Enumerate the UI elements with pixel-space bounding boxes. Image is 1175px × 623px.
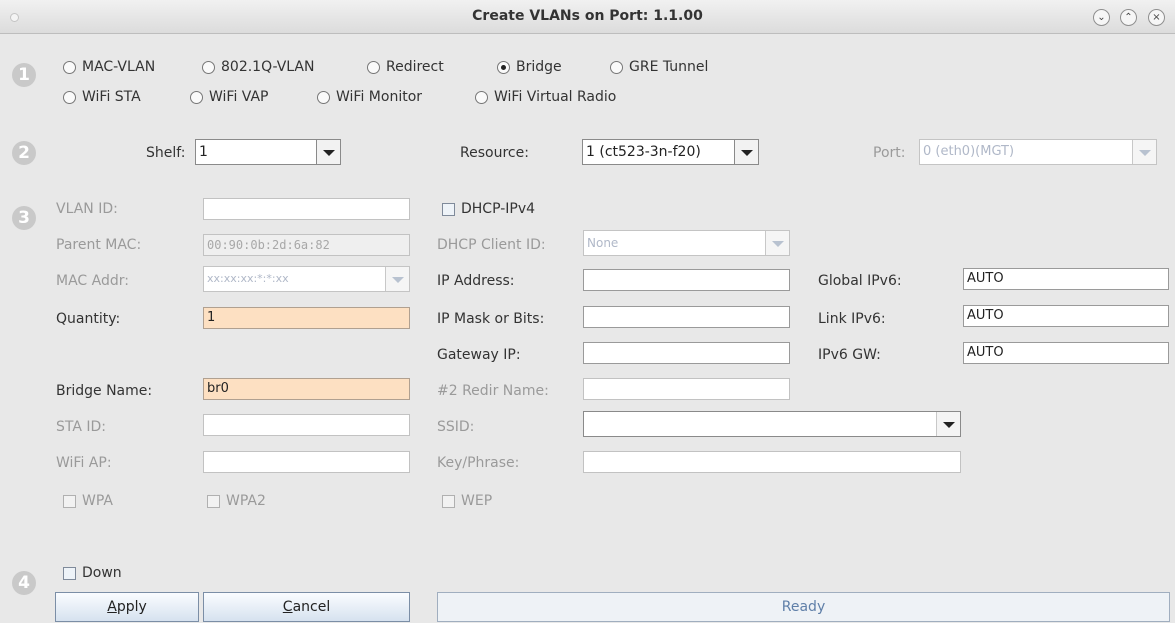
dhcp-ipv4-checkbox[interactable]: DHCP-IPv4 — [442, 200, 535, 218]
window-title: Create VLANs on Port: 1.1.00 — [472, 8, 703, 24]
mac-addr-label: MAC Addr: — [56, 273, 129, 289]
ssid-combo[interactable] — [583, 411, 961, 437]
step-1-badge: 1 — [12, 63, 36, 87]
wpa2-checkbox[interactable]: WPA2 — [207, 492, 266, 510]
parent-mac-field: 00:90:0b:2d:6a:82 — [203, 234, 410, 256]
resource-label: Resource: — [460, 145, 529, 161]
parent-mac-label: Parent MAC: — [56, 237, 142, 253]
ssid-label: SSID: — [437, 419, 475, 435]
shelf-combo[interactable]: 1 — [195, 139, 341, 165]
chevron-down-icon[interactable] — [385, 267, 409, 291]
step-2-badge: 2 — [12, 141, 36, 165]
dhcp-client-id-combo[interactable]: None — [583, 230, 790, 256]
ip-mask-label: IP Mask or Bits: — [437, 311, 545, 327]
checkbox-box — [63, 494, 76, 508]
sta-id-label: STA ID: — [56, 419, 107, 435]
radio-circle — [202, 60, 215, 74]
step-4-badge: 4 — [12, 571, 36, 595]
wifi-ap-label: WiFi AP: — [56, 455, 112, 471]
radio-circle — [63, 60, 76, 74]
ip-address-label: IP Address: — [437, 273, 515, 289]
radio-mac-vlan[interactable]: MAC-VLAN — [63, 57, 155, 77]
wep-checkbox[interactable]: WEP — [442, 492, 492, 510]
checkbox-box — [63, 566, 76, 580]
step-3-badge: 3 — [12, 206, 36, 230]
apply-button[interactable]: Apply — [55, 592, 199, 622]
shelf-value: 1 — [199, 144, 208, 160]
chevron-down-icon[interactable] — [316, 140, 340, 164]
link-ipv6-label: Link IPv6: — [818, 311, 886, 327]
radio-circle — [367, 60, 380, 74]
shelf-label: Shelf: — [146, 145, 186, 161]
radio-circle — [190, 90, 203, 104]
minimize-icon[interactable]: ⌄ — [1093, 9, 1110, 26]
quantity-label: Quantity: — [56, 311, 121, 327]
checkbox-box — [207, 494, 220, 508]
redir-name-field[interactable] — [583, 378, 790, 400]
resource-combo[interactable]: 1 (ct523-3n-f20) — [582, 139, 759, 165]
radio-wifi-monitor[interactable]: WiFi Monitor — [317, 87, 422, 107]
radio-8021q-vlan[interactable]: 802.1Q-VLAN — [202, 57, 314, 77]
maximize-icon[interactable]: ⌃ — [1120, 9, 1137, 26]
chevron-down-icon[interactable] — [936, 412, 960, 436]
vlan-id-field[interactable] — [203, 198, 410, 220]
down-checkbox[interactable]: Down — [63, 564, 122, 582]
dhcp-client-id-value: None — [587, 236, 619, 250]
ipv6-gw-label: IPv6 GW: — [818, 347, 881, 363]
chevron-down-icon[interactable] — [734, 140, 758, 164]
radio-wifi-virtual-radio[interactable]: WiFi Virtual Radio — [475, 87, 616, 107]
global-ipv6-field[interactable]: AUTO — [963, 268, 1169, 290]
checkbox-box — [442, 202, 455, 216]
radio-circle — [475, 90, 488, 104]
chevron-down-icon[interactable] — [765, 231, 789, 255]
gateway-ip-label: Gateway IP: — [437, 347, 521, 363]
port-combo[interactable]: 0 (eth0)(MGT) — [919, 139, 1157, 165]
wpa-checkbox[interactable]: WPA — [63, 492, 113, 510]
radio-bridge[interactable]: Bridge — [497, 57, 562, 77]
radio-wifi-vap[interactable]: WiFi VAP — [190, 87, 269, 107]
checkbox-box — [442, 494, 455, 508]
cancel-button[interactable]: Cancel — [203, 592, 410, 622]
vlan-id-label: VLAN ID: — [56, 201, 118, 217]
port-value: 0 (eth0)(MGT) — [923, 144, 1015, 159]
resource-value: 1 (ct523-3n-f20) — [586, 144, 701, 160]
chevron-down-icon[interactable] — [1132, 140, 1156, 164]
key-phrase-label: Key/Phrase: — [437, 455, 520, 471]
radio-circle — [63, 90, 76, 104]
ipv6-gw-field[interactable]: AUTO — [963, 342, 1169, 364]
radio-wifi-sta[interactable]: WiFi STA — [63, 87, 141, 107]
gateway-ip-field[interactable] — [583, 342, 790, 364]
radio-gre-tunnel[interactable]: GRE Tunnel — [610, 57, 708, 77]
radio-circle — [317, 90, 330, 104]
radio-redirect[interactable]: Redirect — [367, 57, 444, 77]
bridge-name-label: Bridge Name: — [56, 383, 153, 399]
key-phrase-field[interactable] — [583, 451, 961, 473]
ip-address-field[interactable] — [583, 269, 790, 291]
mac-addr-combo[interactable]: xx:xx:xx:*:*:xx — [203, 266, 410, 292]
close-icon[interactable]: × — [1148, 9, 1165, 26]
redir-name-label: #2 Redir Name: — [437, 383, 549, 399]
status-bar: Ready — [437, 592, 1170, 622]
link-ipv6-field[interactable]: AUTO — [963, 305, 1169, 327]
global-ipv6-label: Global IPv6: — [818, 273, 902, 289]
radio-circle — [610, 60, 623, 74]
dhcp-client-id-label: DHCP Client ID: — [437, 237, 546, 253]
ip-mask-field[interactable] — [583, 306, 790, 328]
radio-circle-selected — [497, 60, 510, 74]
bridge-name-field[interactable]: br0 — [203, 378, 410, 400]
port-label: Port: — [873, 145, 906, 161]
wifi-ap-field[interactable] — [203, 451, 410, 473]
quantity-field[interactable]: 1 — [203, 307, 410, 329]
mac-addr-value: xx:xx:xx:*:*:xx — [207, 272, 289, 285]
title-bar: Create VLANs on Port: 1.1.00 ⌄ ⌃ × — [0, 0, 1175, 34]
sta-id-field[interactable] — [203, 414, 410, 436]
